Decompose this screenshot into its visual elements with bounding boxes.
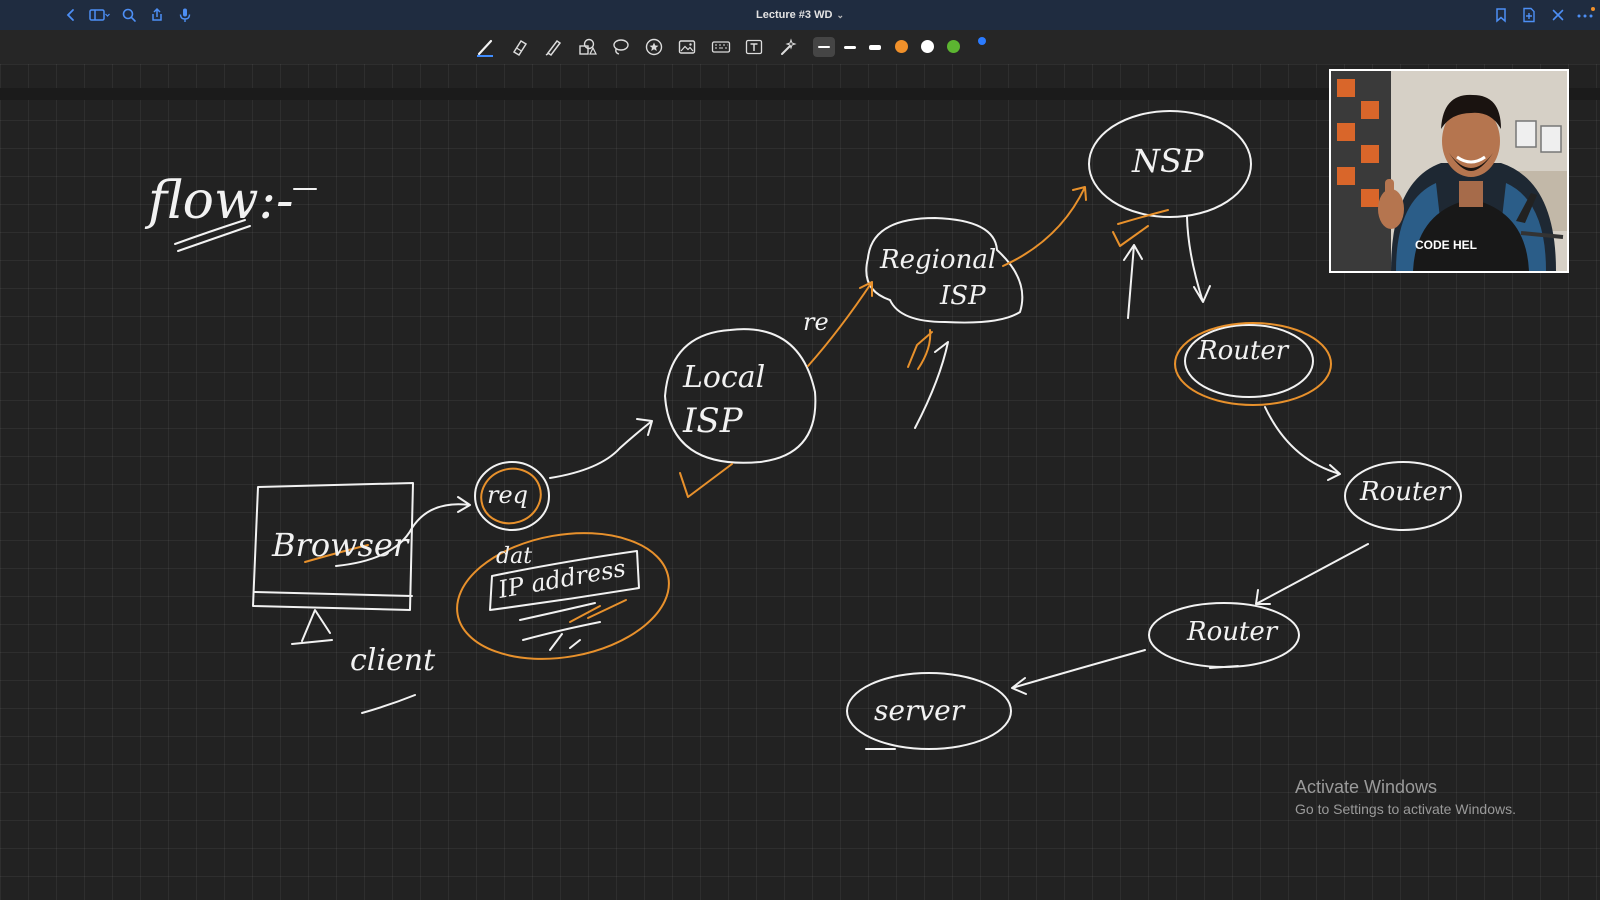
local-isp-label-line1: Local xyxy=(682,360,765,395)
dat-check-orange xyxy=(569,599,627,623)
regional-isp-label-line2: ISP xyxy=(939,281,986,311)
nsp-check-orange xyxy=(1112,209,1169,247)
req-label: req xyxy=(487,481,528,509)
flow-heading: flow:- xyxy=(144,171,294,231)
regional-to-nsp-arrow-orange xyxy=(1002,186,1087,267)
router3-to-server-arrow xyxy=(1011,649,1146,695)
client-label: client xyxy=(350,643,436,678)
up-arrow-to-nsp xyxy=(1123,244,1143,319)
dat-highlight-orange xyxy=(456,532,670,660)
ip-address-strike xyxy=(519,602,601,641)
router3-label: Router xyxy=(1186,617,1279,647)
server-label: server xyxy=(874,694,966,727)
regional-response-stroke xyxy=(914,341,949,429)
router1-to-router2-arrow xyxy=(1264,406,1341,481)
local-isp-check-orange xyxy=(679,463,733,498)
re-label: re xyxy=(803,308,829,336)
regional-isp-label-line1: Regional xyxy=(879,245,996,275)
router2-label: Router xyxy=(1359,477,1452,507)
regional-check-orange xyxy=(907,329,933,370)
ip-address-check xyxy=(549,633,581,651)
activate-windows-watermark: Activate Windows Go to Settings to activ… xyxy=(1295,776,1516,818)
webcam-overlay: CODE HEL xyxy=(1329,69,1569,273)
nsp-label: NSP xyxy=(1131,142,1204,180)
watermark-title: Activate Windows xyxy=(1295,777,1438,797)
nsp-down-arrow xyxy=(1186,216,1211,303)
browser-label: Browser xyxy=(271,526,410,564)
client-underline xyxy=(361,694,416,714)
webcam-shirt-text: CODE HEL xyxy=(1415,238,1477,252)
presenter-video-frame: CODE HEL xyxy=(1331,71,1567,271)
dat-label: dat xyxy=(496,544,532,569)
router1-label: Router xyxy=(1197,336,1290,366)
local-isp-label-line2: ISP xyxy=(682,401,744,441)
local-isp-outline xyxy=(664,328,817,464)
watermark-subtitle: Go to Settings to activate Windows. xyxy=(1295,801,1516,817)
router2-to-router3-arrow xyxy=(1255,543,1369,605)
monitor-stand xyxy=(291,609,333,645)
req-to-local-isp-arrow xyxy=(549,418,653,479)
